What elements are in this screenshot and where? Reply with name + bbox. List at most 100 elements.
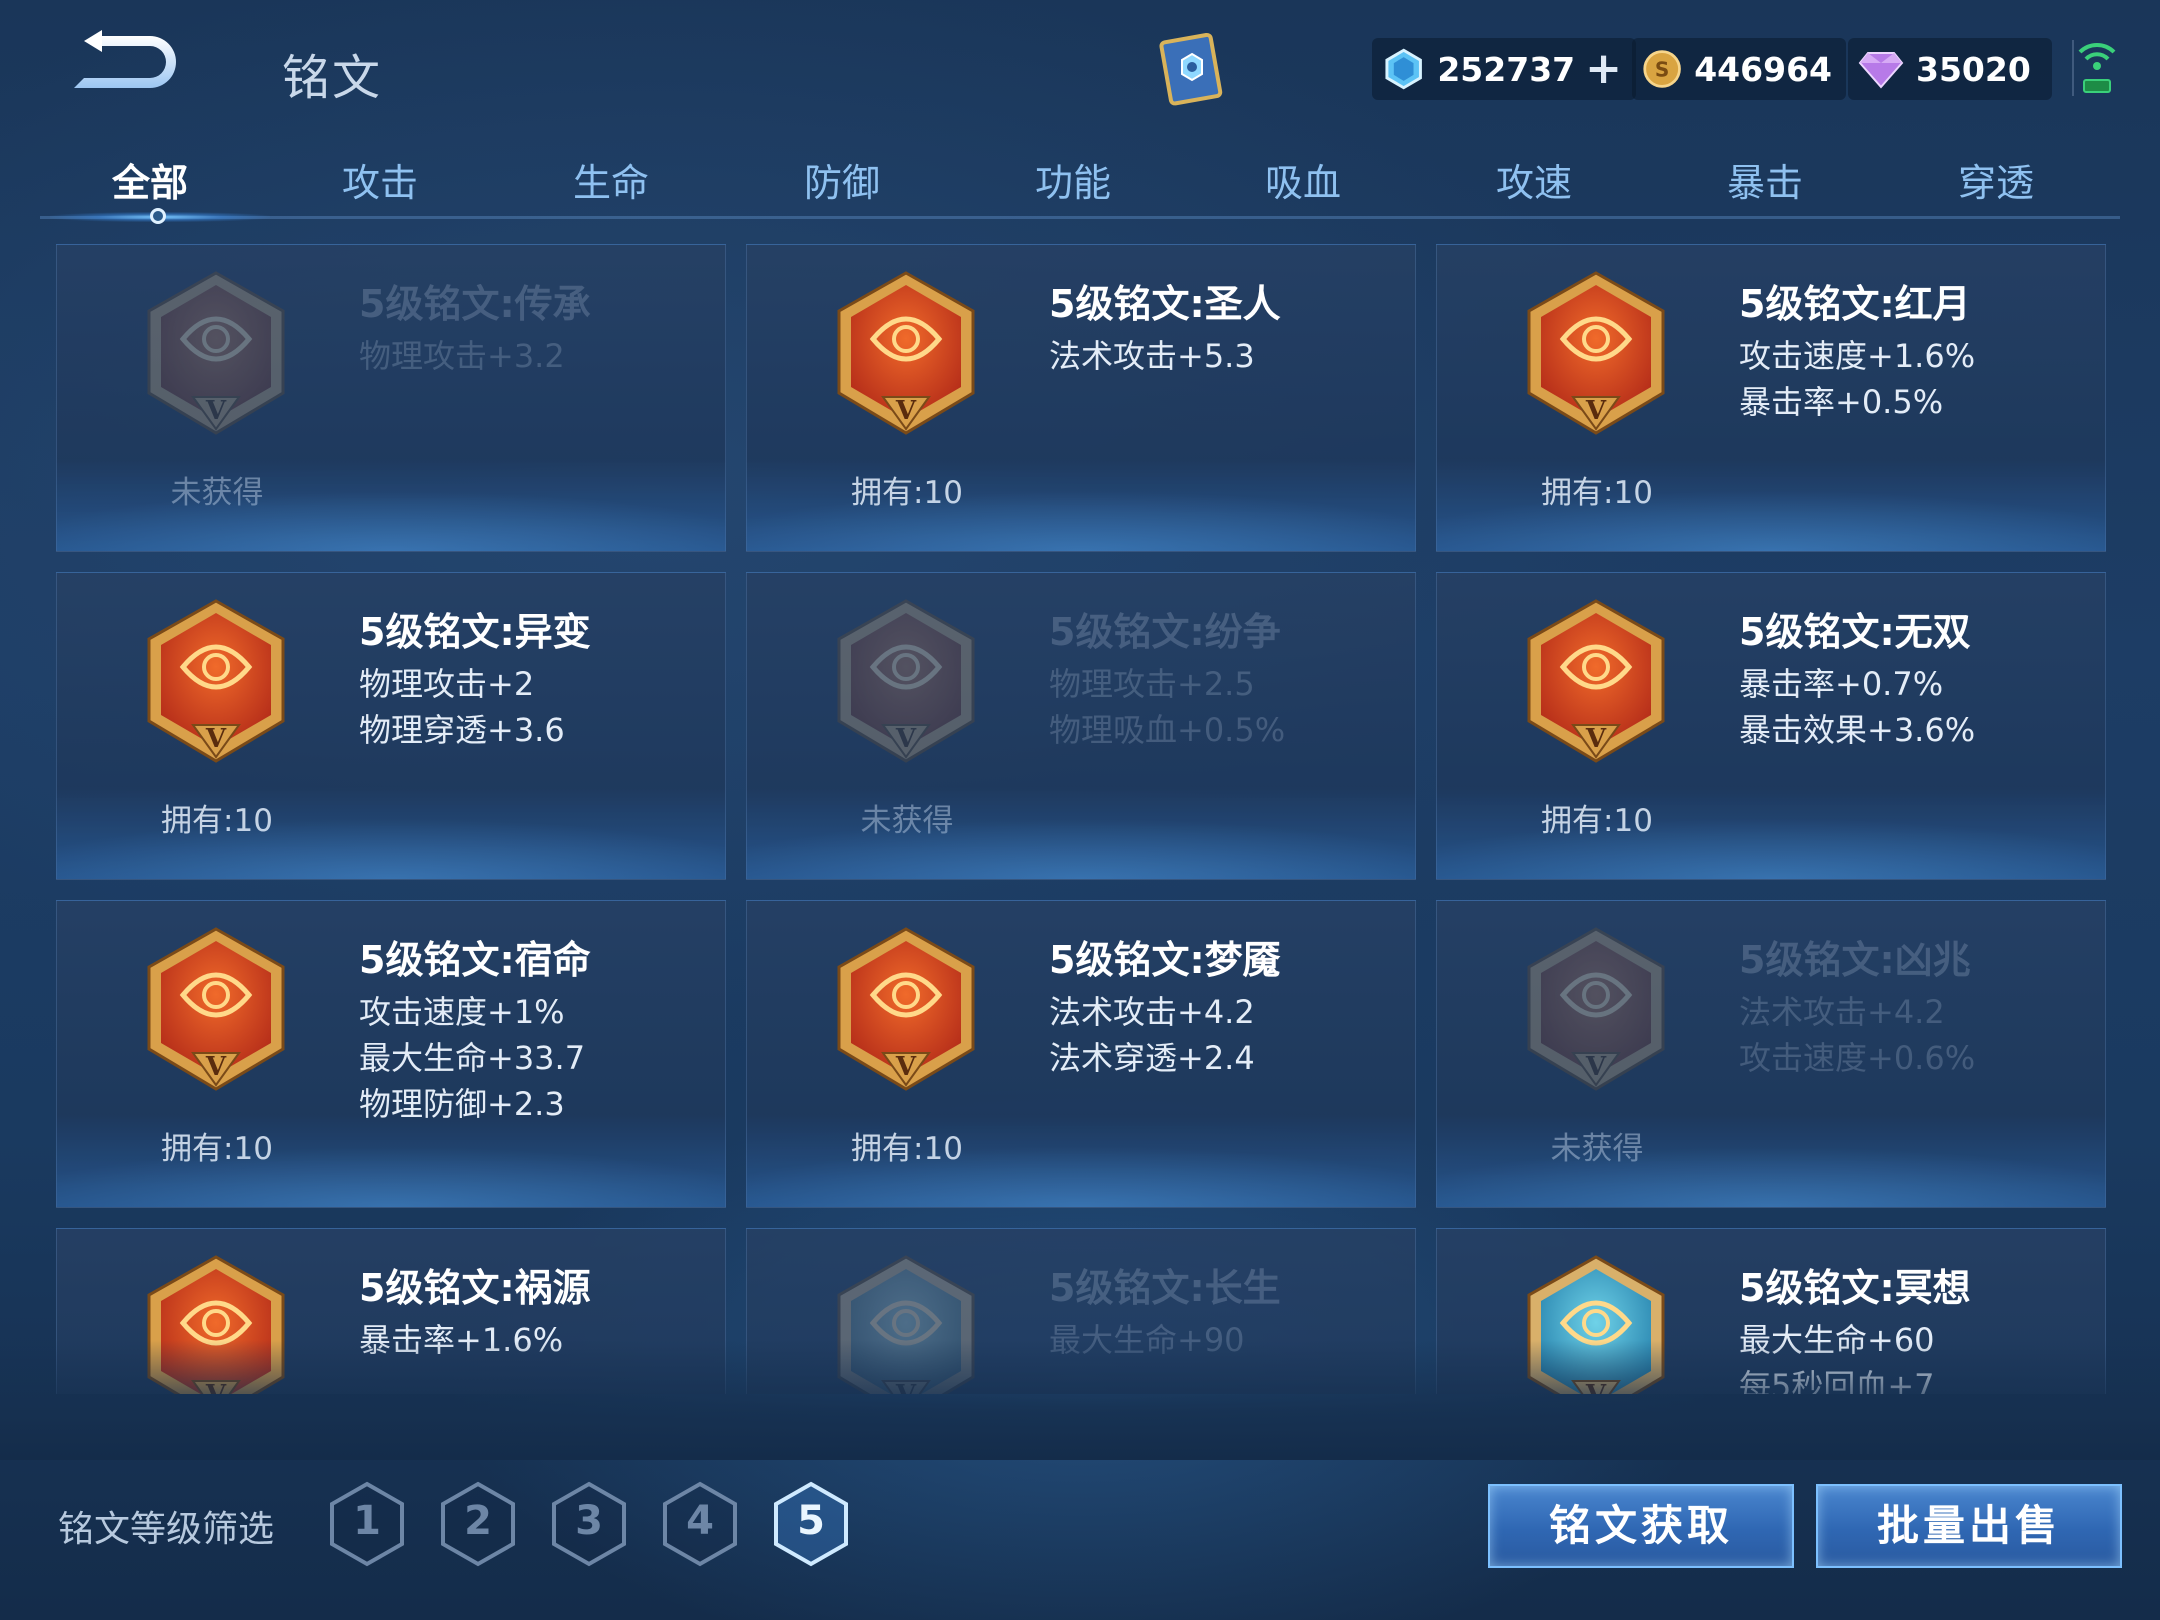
svg-text:V: V [1585,396,1607,426]
rune-card[interactable]: V 5级铭文:宿命 攻击速度+1% 最大生命+33.7 物理防御+2.3 拥有:10 [56,900,726,1208]
svg-text:V: V [1585,724,1607,754]
tab-defense[interactable]: 防御 [732,152,952,207]
bulk-sell-button[interactable]: 批量出售 [1816,1484,2122,1568]
rune-stat: 物理攻击+3.2 [359,337,565,375]
rune-emblem: V [143,1253,289,1394]
level-filter-label: 铭文等级筛选 [58,1509,275,1550]
tab-function[interactable]: 功能 [963,152,1183,207]
rune-stat: 物理防御+2.3 [359,1085,565,1123]
rune-name: 5级铭文:纷争 [1049,610,1281,654]
wifi-signal-icon [2074,36,2120,98]
rune-name: 5级铭文:传承 [359,282,591,326]
octagon-arch-icon: V [147,599,285,763]
rune-stat: 暴击率+1.6% [359,1321,564,1359]
rune-card[interactable]: V 5级铭文:长生最大生命+90 [746,1228,1416,1394]
svg-text:S: S [1655,57,1669,81]
rune-emblem: V [143,925,289,1095]
rune-stat: 最大生命+90 [1049,1321,1245,1359]
rune-stat: 攻击速度+1.6% [1739,337,1976,375]
rune-emblem: V [1523,1253,1669,1394]
rune-owned-count: 拥有:10 [161,803,273,839]
rune-stat: 法术攻击+4.2 [1739,993,1945,1031]
rune-stat: 暴击率+0.5% [1739,383,1944,421]
rune-name: 5级铭文:冥想 [1739,1266,1971,1310]
crescent-moon-icon: V [1527,271,1665,435]
rune-card[interactable]: V 5级铭文:纷争 物理攻击+2.5 物理吸血+0.5% 未获得 [746,572,1416,880]
rune-card[interactable]: V 5级铭文:冥想最大生命+60 每5秒回血+7 [1436,1228,2106,1394]
level-filter-2[interactable]: 2 [437,1480,519,1568]
rune-book-icon[interactable] [1150,28,1234,112]
tab-lifesteal[interactable]: 吸血 [1193,152,1413,207]
level-filter-label: 2 [464,1498,492,1544]
tabs-divider [40,216,2120,219]
bat-wing-icon: V [837,927,975,1091]
rune-emblem: V [1523,597,1669,767]
rune-emblem: V [833,1253,979,1394]
rune-name: 5级铭文:宿命 [359,938,591,982]
svg-text:V: V [895,1052,917,1082]
level-filter-3[interactable]: 3 [548,1480,630,1568]
tab-attack[interactable]: 攻击 [270,152,490,207]
level-filter-4[interactable]: 4 [659,1480,741,1568]
rune-stat: 物理穿透+3.6 [359,711,565,749]
rune-card[interactable]: V 5级铭文:无双 暴击率+0.7% 暴击效果+3.6% 拥有:10 [1436,572,2106,880]
rune-stat: 每5秒回血+7 [1739,1367,1935,1394]
rune-card[interactable]: V 5级铭文:凶兆 法术攻击+4.2 攻击速度+0.6% 未获得 [1436,900,2106,1208]
gold-currency: S 446964 [1632,38,1846,100]
svg-text:V: V [895,1380,917,1394]
rune-name: 5级铭文:凶兆 [1739,938,1971,982]
tab-health[interactable]: 生命 [501,152,721,207]
rune-owned-count: 拥有:10 [851,475,963,511]
diamond-amount: 252737 [1437,49,1576,89]
rune-name: 5级铭文:无双 [1739,610,1971,654]
rune-emblem: V [833,269,979,439]
crystal-leaves-icon: V [837,271,975,435]
svg-text:V: V [205,1380,227,1394]
rune-name: 5级铭文:红月 [1739,282,1971,326]
svg-text:V: V [205,396,227,426]
diamond-currency: 252737 + [1372,38,1636,100]
rune-card[interactable]: V 5级铭文:红月攻击速度+1.6% 暴击率+0.5% 拥有:10 [1436,244,2106,552]
rune-stat: 最大生命+33.7 [359,1039,586,1077]
rune-emblem: V [143,597,289,767]
get-runes-button[interactable]: 铭文获取 [1488,1484,1794,1568]
rune-card[interactable]: V 5级铭文:圣人 法术攻击+5.3 拥有:10 [746,244,1416,552]
rune-owned-count: 拥有:10 [1541,803,1653,839]
tab-penetration[interactable]: 穿透 [1886,152,2106,207]
gem-currency: 35020 [1848,38,2052,100]
rune-owned-count: 拥有:10 [851,1131,963,1167]
rune-emblem: V [1523,269,1669,439]
rune-name: 5级铭文:长生 [1049,1266,1281,1310]
rune-owned-count: 未获得 [170,475,264,511]
rune-stat: 物理吸血+0.5% [1049,711,1286,749]
level-filter-5[interactable]: 5 [770,1480,852,1568]
gold-coin-icon: S [1643,50,1681,88]
rune-stat: 暴击率+0.7% [1739,665,1944,703]
rune-stat: 最大生命+60 [1739,1321,1935,1359]
rune-owned-count: 拥有:10 [1541,475,1653,511]
level-filter-label: 4 [686,1498,714,1544]
tab-attack-speed[interactable]: 攻速 [1424,152,1644,207]
rune-card[interactable]: V 5级铭文:梦魇 法术攻击+4.2 法术穿透+2.4 拥有:10 [746,900,1416,1208]
crossed-blades-icon: V [837,599,975,763]
svg-text:V: V [205,724,227,754]
rune-emblem: V [833,925,979,1095]
svg-text:V: V [895,396,917,426]
rune-stat: 物理攻击+2 [359,665,535,703]
level-filter-label: 3 [575,1498,603,1544]
add-diamond-button[interactable]: + [1585,47,1622,91]
back-arrow-icon [74,30,176,88]
rune-card[interactable]: V 5级铭文:祸源暴击率+1.6% [56,1228,726,1394]
rune-card[interactable]: V 5级铭文:传承物理攻击+3.2 未获得 [56,244,726,552]
rune-emblem: V [143,269,289,439]
rune-card[interactable]: V 5级铭文:异变 物理攻击+2 物理穿透+3.6 拥有:10 [56,572,726,880]
portal-icon: V [1527,927,1665,1091]
back-button[interactable] [62,28,182,98]
level-filter-1[interactable]: 1 [326,1480,408,1568]
rune-name: 5级铭文:圣人 [1049,282,1281,326]
lattice-gate-icon: V [147,271,285,435]
tab-all[interactable]: 全部 [40,152,260,207]
svg-text:V: V [1585,1052,1607,1082]
flame-icon: V [147,927,285,1091]
tab-critical[interactable]: 暴击 [1655,152,1875,207]
